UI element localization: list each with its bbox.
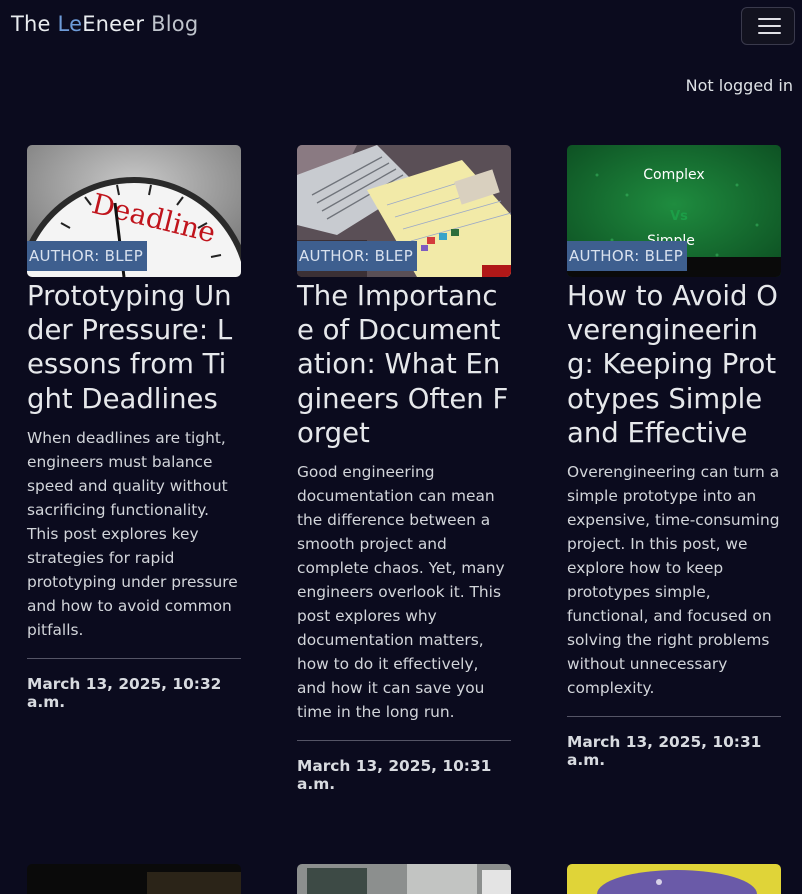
- author-badge: AUTHOR: BLEP: [297, 241, 418, 271]
- post-card[interactable]: Complex Vs Simple AUTHOR: BLEP How to Av…: [567, 145, 781, 769]
- post-title[interactable]: How to Avoid Overengineering: Keeping Pr…: [567, 277, 781, 450]
- author-badge: AUTHOR: BLEP: [567, 241, 688, 271]
- post-excerpt: When deadlines are tight, engineers must…: [27, 428, 238, 639]
- brand-link[interactable]: The LeEneer Blog: [11, 12, 198, 36]
- post-image[interactable]: [297, 864, 511, 894]
- post-date: March 13, 2025, 10:31 a.m.: [297, 757, 492, 794]
- card-divider: [27, 657, 241, 659]
- brand-prefix: The: [11, 12, 58, 36]
- post-image[interactable]: [567, 864, 781, 894]
- post-date: March 13, 2025, 10:31 a.m.: [567, 733, 762, 770]
- card-divider: [297, 740, 511, 742]
- navbar-toggler-button[interactable]: [741, 7, 795, 45]
- complex-image-text: Complex: [643, 167, 704, 183]
- card-divider: [567, 716, 781, 718]
- post-title[interactable]: The Importance of Documentation: What En…: [297, 277, 511, 450]
- post-image[interactable]: [27, 864, 241, 894]
- brand-eneer: Eneer: [82, 12, 145, 36]
- post-date: March 13, 2025, 10:32 a.m.: [27, 674, 222, 711]
- post-excerpt: Good engineering documentation can mean …: [297, 463, 505, 722]
- post-image[interactable]: AUTHOR: BLEP: [297, 145, 511, 277]
- post-card[interactable]: Deadline AUTHOR: BLEP Prototyping Under …: [27, 145, 241, 711]
- author-badge: AUTHOR: BLEP: [27, 241, 148, 271]
- login-status: Not logged in: [685, 76, 793, 95]
- brand-le: Le: [57, 12, 83, 36]
- post-image[interactable]: Deadline AUTHOR: BLEP: [27, 145, 241, 277]
- post-image[interactable]: Complex Vs Simple AUTHOR: BLEP: [567, 145, 781, 277]
- brand-suffix: Blog: [144, 12, 199, 36]
- post-card[interactable]: AUTHOR: BLEP The Importance of Documenta…: [297, 145, 511, 793]
- post-excerpt: Overengineering can turn a simple protot…: [567, 463, 780, 698]
- navbar: The LeEneer Blog: [0, 0, 802, 52]
- vs-image-text: Vs: [670, 209, 688, 224]
- post-title[interactable]: Prototyping Under Pressure: Lessons from…: [27, 277, 241, 416]
